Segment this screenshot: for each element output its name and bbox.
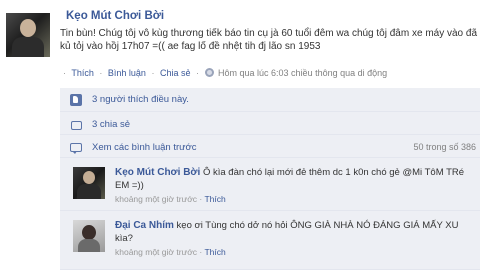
comment-avatar[interactable] — [73, 167, 105, 199]
avatar-head — [82, 225, 96, 240]
feedback-panel: 3 người thích điều này. 3 chia sẻ Xem cá… — [60, 88, 480, 270]
comment-time[interactable]: khoảng một giờ trước — [115, 194, 197, 204]
separator: · — [199, 194, 203, 204]
comment-meta: khoảng một giờ trước · Thích — [115, 193, 477, 206]
comment-author[interactable]: Đại Ca Nhím — [115, 220, 174, 231]
shares-row: 3 chia sẻ — [60, 113, 480, 135]
comment-like-link[interactable]: Thích — [204, 247, 225, 257]
separator: · — [99, 68, 103, 78]
likes-summary[interactable]: 3 người thích điều này. — [92, 94, 189, 105]
comment-like-link[interactable]: Thích — [204, 194, 225, 204]
author-avatar[interactable] — [6, 13, 50, 57]
globe-icon — [204, 68, 214, 77]
post-timestamp[interactable]: Hôm qua lúc 6:03 chiều thông qua di động — [218, 68, 387, 78]
comment-item: Đại Ca Nhím kẹo ơi Tùng chó dở nó hỏi ÔN… — [60, 212, 480, 270]
avatar-body — [12, 37, 44, 57]
comment-meta: khoảng một giờ trước · Thích — [115, 246, 477, 259]
view-previous-row: Xem các bình luận trước 50 trong số 386 — [60, 136, 480, 158]
avatar-head — [83, 171, 95, 184]
post-text: Tin bùn! Chúg tôj vô kùg thương tiếk báo… — [60, 28, 478, 52]
comment-avatar[interactable] — [73, 220, 105, 252]
comment-author[interactable]: Kẹo Mút Chơi Bời — [115, 167, 200, 178]
comment-item: Kẹo Mút Chơi Bời Ô kìa đàn chó lại mới đ… — [60, 159, 480, 211]
view-previous-comments-link[interactable]: Xem các bình luận trước — [92, 142, 196, 153]
shares-summary[interactable]: 3 chia sẻ — [92, 119, 130, 130]
separator: · — [151, 68, 155, 78]
comment-link[interactable]: Bình luận — [108, 68, 146, 78]
post-author-name[interactable]: Kẹo Mút Chơi Bời — [66, 10, 164, 22]
like-link[interactable]: Thích — [71, 68, 94, 78]
avatar-head — [20, 19, 36, 37]
avatar-body — [77, 184, 101, 199]
post-action-row: · Thích · Bình luận · Chia sẻ · Hôm qua … — [60, 68, 387, 78]
avatar-body — [78, 239, 100, 252]
comment-count: 50 trong số 386 — [413, 142, 476, 152]
thumbs-up-icon — [70, 94, 82, 106]
comment-bubble-icon — [70, 142, 82, 154]
likes-row: 3 người thích điều này. — [60, 88, 480, 112]
separator: · — [199, 247, 203, 257]
separator: · — [195, 68, 199, 78]
share-icon — [70, 119, 82, 131]
share-link[interactable]: Chia sẻ — [160, 68, 191, 78]
comment-body: Kẹo Mút Chơi Bời Ô kìa đàn chó lại mới đ… — [115, 166, 477, 206]
separator: · — [63, 68, 66, 78]
comment-body: Đại Ca Nhím kẹo ơi Tùng chó dở nó hỏi ÔN… — [115, 219, 477, 259]
comment-time[interactable]: khoảng một giờ trước — [115, 247, 197, 257]
